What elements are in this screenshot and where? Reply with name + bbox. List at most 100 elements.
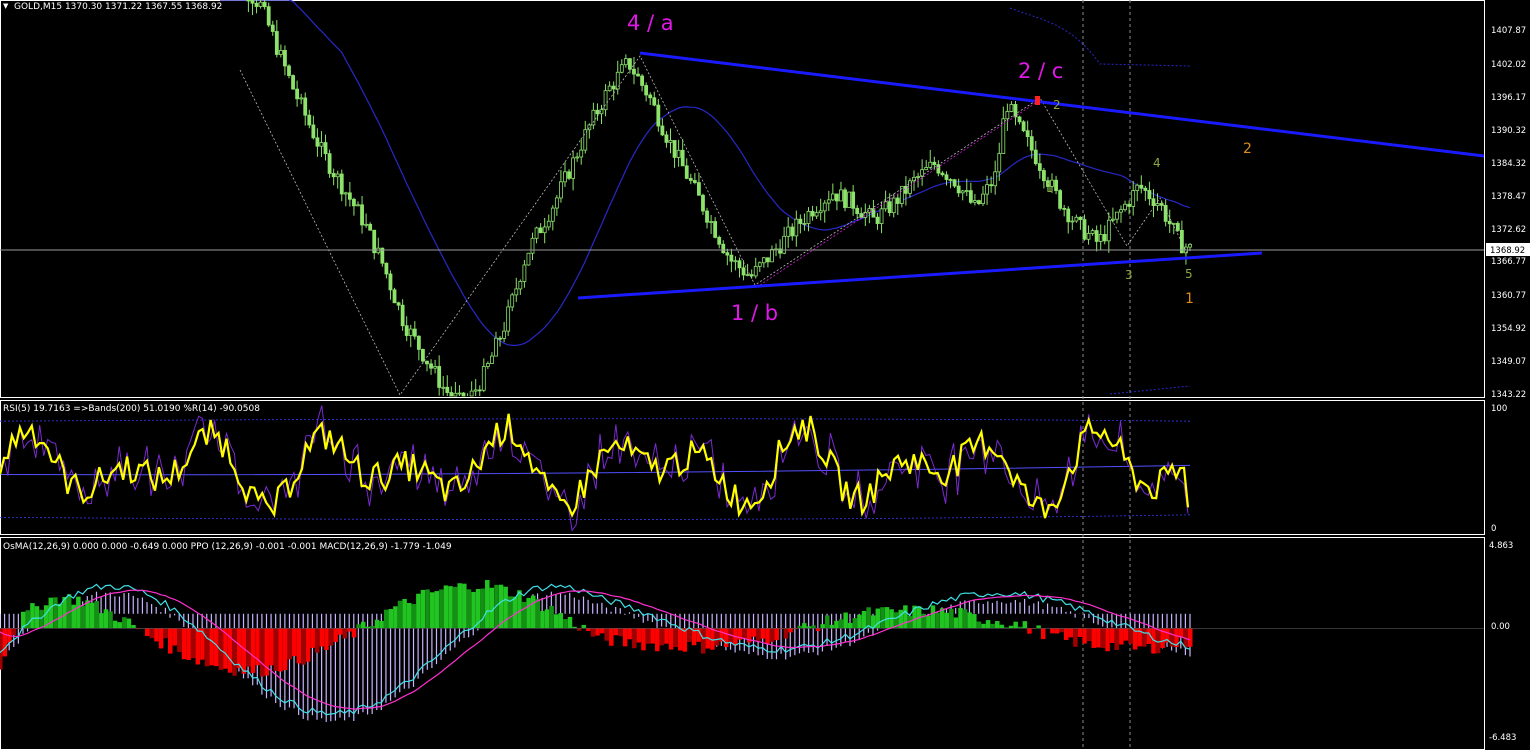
macd-scale-bottom: -6.483 (1489, 733, 1516, 743)
osma-bar (1100, 628, 1106, 648)
price-tick: 1343.22 (1491, 390, 1526, 400)
candle-body (611, 85, 616, 90)
osma-bar (370, 625, 375, 629)
candle-body (1159, 203, 1164, 206)
osma-bar (995, 621, 1000, 629)
candle-body (563, 171, 567, 183)
osma-bar (1123, 628, 1129, 641)
osma-bar (742, 628, 747, 640)
candle-body (1143, 187, 1148, 191)
candle-body (481, 366, 486, 391)
candle-body (1115, 211, 1119, 220)
candle-body (299, 97, 304, 100)
candle-body (311, 124, 316, 139)
osma-bar (1022, 621, 1028, 629)
osma-bar (388, 609, 394, 629)
osma-bar (94, 601, 99, 629)
osma-bar (287, 628, 292, 660)
candle-body (457, 392, 462, 395)
candle-body (822, 202, 827, 212)
osma-bar (434, 591, 439, 629)
candle-body (494, 337, 498, 357)
candle-body (437, 366, 442, 388)
candle-body (522, 264, 527, 282)
osma-bar (599, 628, 605, 634)
osma-bar (443, 585, 449, 629)
chevron-down-icon: ▼ (3, 2, 9, 10)
candle-body (952, 179, 957, 187)
osma-bar (342, 628, 348, 639)
wave-label-minor-1: 1 (1046, 181, 1054, 195)
osma-bar (296, 628, 302, 664)
candle-body (287, 65, 291, 76)
candle-body (530, 237, 535, 254)
candle-body (1062, 207, 1067, 210)
price-tick: 1407.87 (1491, 26, 1526, 36)
osma-bar (186, 628, 191, 660)
candle-body (851, 191, 856, 209)
osma-bar (604, 628, 609, 641)
osma-bar (700, 628, 706, 654)
candle-body (847, 191, 851, 208)
osma-bar (949, 608, 954, 629)
osma-bar (241, 628, 247, 674)
candle-body (648, 94, 653, 99)
candle-body (948, 179, 953, 181)
candle-body (1070, 220, 1075, 223)
osma-bar (981, 623, 986, 629)
osma-bar (811, 625, 816, 629)
candle-body (433, 366, 438, 369)
candle-body (1090, 230, 1095, 234)
candle-body (1066, 208, 1071, 223)
osma-bar (149, 628, 155, 639)
candle-body (737, 260, 742, 269)
osma-bar (168, 628, 173, 654)
osma-bar (788, 628, 793, 633)
candle-body (1074, 216, 1079, 222)
osma-bar (1082, 628, 1087, 644)
candle-body (1151, 198, 1156, 207)
candle-body (790, 226, 795, 237)
candle-body (567, 171, 571, 179)
candle-body (449, 392, 454, 397)
candle-body (490, 355, 494, 364)
osma-bar (990, 623, 995, 629)
candle-body (1054, 179, 1058, 191)
osma-bar (581, 624, 587, 629)
osma-bar (645, 628, 651, 644)
price-tick: 1349.07 (1491, 357, 1526, 367)
osma-bar (112, 620, 118, 629)
osma-bar (632, 628, 637, 649)
osma-bar (769, 628, 775, 642)
candle-body (664, 134, 669, 143)
osma-bar (567, 616, 573, 629)
osma-bar (154, 628, 159, 642)
osma-bar (425, 589, 430, 629)
candle-body (879, 208, 884, 224)
candle-body (526, 252, 531, 266)
candle-body (924, 167, 929, 171)
osma-bar (857, 614, 862, 629)
candle-body (270, 24, 275, 32)
osma-bar (1128, 628, 1133, 644)
candle-body (506, 306, 511, 332)
wave-label-2c: 2 / c (1018, 59, 1063, 83)
candle-body (806, 210, 811, 224)
trendlines (577, 51, 1485, 300)
candle-body (1106, 219, 1111, 242)
osma-bar (480, 588, 485, 629)
lower-trendline (577, 251, 1263, 300)
osma-bar (843, 612, 848, 629)
osma-bar (246, 628, 251, 667)
osma-bar (351, 628, 357, 638)
osma-bar (145, 628, 150, 637)
candle-body (1188, 243, 1192, 248)
osma-bar (462, 583, 467, 629)
ppo-histogram (0, 591, 1191, 722)
rsi-lower-band (0, 514, 1191, 520)
rsi-scale-top: 100 (1491, 404, 1507, 414)
osma-bar (53, 597, 58, 629)
wave-label-orange-2: 2 (1243, 141, 1252, 157)
candle-body (794, 218, 799, 237)
osma-bar (416, 593, 421, 629)
